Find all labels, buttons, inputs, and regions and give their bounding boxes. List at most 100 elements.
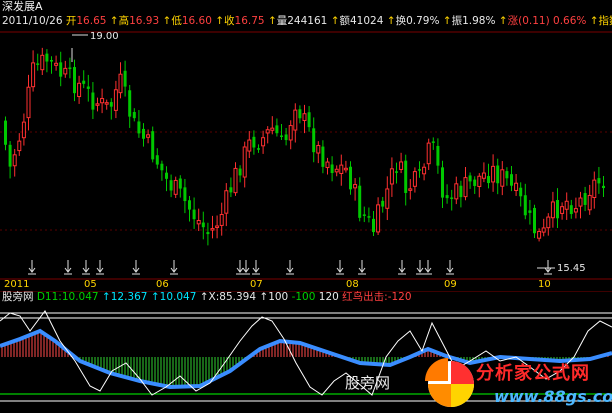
- signal-arrows-group: [28, 260, 552, 275]
- candle-body: [339, 164, 344, 174]
- candle-body: [178, 178, 182, 189]
- ind-x-label: X:: [208, 291, 220, 303]
- candle-body: [463, 177, 468, 198]
- up-arrow-icon: ↑: [109, 15, 119, 27]
- candle-body: [247, 139, 252, 152]
- date-tick: 09: [444, 279, 457, 290]
- ind-v2: 12.367: [110, 291, 148, 303]
- date-tick: 08: [346, 279, 359, 290]
- candle-body: [349, 166, 352, 190]
- candle-body: [505, 171, 509, 179]
- candle-body: [481, 172, 486, 179]
- candle-body: [477, 175, 482, 187]
- candle-body: [137, 121, 141, 134]
- quote-open: 16.65: [76, 15, 107, 27]
- candle-body: [358, 185, 362, 218]
- candle-body: [173, 179, 178, 195]
- candle-body: [118, 73, 123, 94]
- candle-body: [17, 140, 22, 152]
- candle-body: [412, 171, 417, 187]
- up-arrow-icon: ↑: [442, 15, 452, 27]
- date-tick: 07: [250, 279, 263, 290]
- candle-body: [321, 146, 325, 167]
- ind-d11: 10.047: [61, 291, 99, 303]
- candle-body: [523, 195, 527, 216]
- signal-arrow-icon: [64, 260, 72, 275]
- candle-body: [82, 80, 86, 84]
- candle-body: [233, 167, 238, 194]
- signal-arrow-icon: [398, 260, 406, 275]
- up-arrow-icon: ↑: [386, 15, 396, 27]
- candles-group: [4, 47, 605, 246]
- signal-arrow-icon: [358, 260, 366, 275]
- candle-body: [459, 185, 463, 198]
- candle-body: [63, 67, 68, 75]
- candle-body: [73, 67, 76, 94]
- candle-body: [36, 63, 40, 65]
- signal-arrow-icon: [286, 260, 294, 275]
- candle-body: [252, 136, 256, 148]
- candle-body: [91, 92, 95, 110]
- candle-body: [316, 144, 321, 154]
- up-arrow-icon: ↑: [162, 15, 172, 27]
- candle-body: [146, 134, 151, 138]
- quote-date: 2011/10/26: [2, 15, 63, 27]
- signal-arrow-icon: [252, 260, 260, 275]
- up-arrow-icon: ↑: [498, 15, 508, 27]
- watermark-text: 股旁网: [345, 374, 391, 392]
- candle-body: [165, 172, 168, 179]
- candle-body: [473, 179, 477, 186]
- candlestick-chart[interactable]: 19.00 15.45: [0, 30, 612, 280]
- candle-body: [372, 218, 375, 233]
- candle-body: [587, 194, 592, 211]
- candle-body: [312, 128, 316, 153]
- candle-body: [436, 145, 440, 166]
- candle-body: [362, 214, 366, 216]
- candle-body: [196, 220, 201, 225]
- candle-body: [325, 161, 330, 169]
- candle-body: [215, 225, 220, 228]
- quote-chgpct: 0.66%: [553, 15, 587, 27]
- signal-arrow-icon: [28, 260, 36, 275]
- up-arrow-icon: ↑: [589, 15, 599, 27]
- candle-body: [541, 227, 546, 233]
- candle-body: [454, 183, 459, 200]
- candle-body: [389, 168, 394, 185]
- candle-body: [265, 129, 270, 134]
- signal-arrow-icon: [132, 260, 140, 275]
- candle-body: [450, 197, 454, 199]
- candle-body: [113, 89, 118, 111]
- quote-high: 16.93: [129, 15, 160, 27]
- candle-body: [128, 90, 132, 117]
- candle-body: [77, 82, 82, 98]
- candle-body: [54, 62, 59, 66]
- candle-body: [68, 67, 72, 69]
- candle-body: [59, 62, 63, 77]
- signal-arrow-icon: [416, 260, 424, 275]
- quote-amp-label: 振: [451, 15, 463, 27]
- candle-body: [597, 178, 601, 184]
- logo-brand: 分析家公式网: [476, 363, 590, 384]
- candle-body: [537, 230, 542, 239]
- candle-body: [151, 131, 155, 160]
- candle-body: [422, 166, 427, 175]
- date-axis: 2011 05 06 07 08 09 10: [0, 279, 612, 290]
- candle-body: [280, 135, 283, 137]
- candle-body: [353, 184, 358, 189]
- candle-body: [408, 188, 413, 191]
- candle-body: [343, 167, 348, 171]
- signal-arrow-icon: [424, 260, 432, 275]
- date-tick: 2011: [4, 279, 30, 290]
- quote-low: 16.60: [181, 15, 212, 27]
- candle-body: [376, 204, 381, 233]
- candle-body: [284, 134, 288, 141]
- candle-body: [560, 206, 565, 214]
- candle-body: [426, 142, 431, 165]
- ind-x: 85.394: [219, 291, 257, 303]
- candle-body: [487, 176, 490, 184]
- up-arrow-icon: ↑: [259, 291, 269, 303]
- indicator-header: 股旁网 D11:10.047 ↑12.367 ↑10.047 ↑X:85.394…: [2, 291, 412, 304]
- candle-body: [418, 169, 421, 171]
- candle-body: [533, 207, 536, 234]
- signal-arrow-icon: [82, 260, 90, 275]
